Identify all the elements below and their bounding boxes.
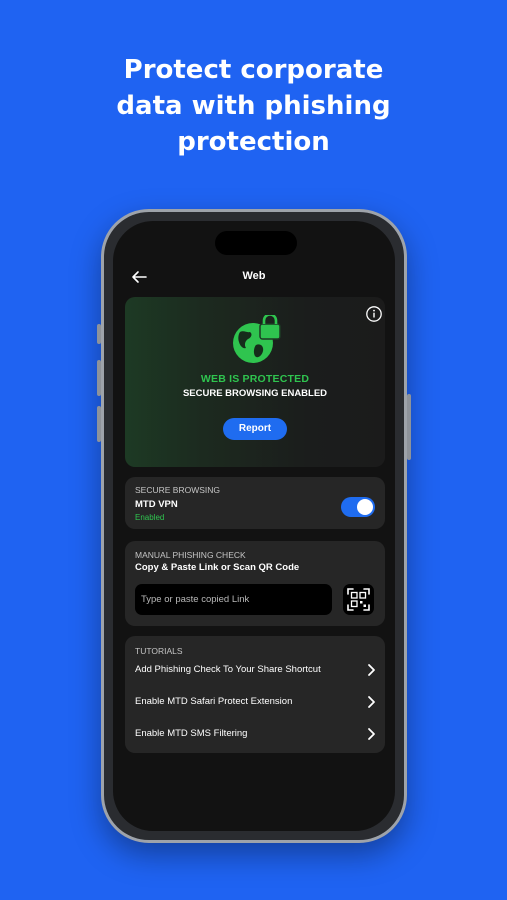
- phone-frame: Web WEB IS PROTECTED SECURE BROWSING ENA…: [97, 209, 411, 843]
- protection-subtitle: SECURE BROWSING ENABLED: [182, 388, 328, 399]
- promo-headline: Protect corporate data with phishing pro…: [0, 52, 507, 160]
- phishing-check-card: MANUAL PHISHING CHECK Copy & Paste Link …: [125, 541, 385, 626]
- tutorial-item-label: Enable MTD SMS Filtering: [135, 728, 248, 739]
- report-button[interactable]: Report: [223, 418, 287, 440]
- promo-line-2: data with phishing: [116, 91, 391, 121]
- mute-switch: [97, 324, 101, 344]
- tutorial-item-sms-filtering[interactable]: Enable MTD SMS Filtering: [125, 720, 385, 748]
- globe-lock-icon: [233, 315, 281, 363]
- promo-line-1: Protect corporate: [123, 55, 384, 85]
- vpn-title: MTD VPN: [135, 499, 178, 510]
- volume-up-button: [97, 360, 101, 396]
- chevron-right-icon: [368, 696, 375, 708]
- vpn-toggle[interactable]: [341, 497, 375, 517]
- dynamic-island: [215, 231, 297, 255]
- page-title: Web: [242, 270, 266, 282]
- tutorial-item-label: Enable MTD Safari Protect Extension: [135, 696, 293, 707]
- chevron-right-icon: [368, 664, 375, 676]
- power-button: [407, 394, 411, 460]
- nav-bar: Web: [113, 265, 395, 289]
- app-screen: Web WEB IS PROTECTED SECURE BROWSING ENA…: [113, 221, 395, 831]
- phishing-check-title: Copy & Paste Link or Scan QR Code: [135, 562, 300, 573]
- tutorial-item-safari-extension[interactable]: Enable MTD Safari Protect Extension: [125, 688, 385, 716]
- volume-down-button: [97, 406, 101, 442]
- protection-status-card: WEB IS PROTECTED SECURE BROWSING ENABLED…: [125, 297, 385, 467]
- toggle-knob: [357, 499, 373, 515]
- promo-line-3: protection: [177, 127, 330, 157]
- tutorial-item-label: Add Phishing Check To Your Share Shortcu…: [135, 664, 321, 675]
- tutorials-card: TUTORIALS Add Phishing Check To Your Sha…: [125, 636, 385, 753]
- tutorials-label: TUTORIALS: [135, 646, 183, 656]
- phishing-check-label: MANUAL PHISHING CHECK: [135, 550, 246, 560]
- chevron-right-icon: [368, 728, 375, 740]
- qr-scan-icon[interactable]: [343, 584, 374, 615]
- secure-browsing-label: SECURE BROWSING: [135, 485, 221, 495]
- tutorial-item-share-shortcut[interactable]: Add Phishing Check To Your Share Shortcu…: [125, 656, 385, 684]
- info-icon[interactable]: [365, 305, 383, 323]
- secure-browsing-card: SECURE BROWSING MTD VPN Enabled: [125, 477, 385, 529]
- link-input[interactable]: [135, 584, 332, 615]
- vpn-status: Enabled: [135, 513, 165, 522]
- protection-status: WEB IS PROTECTED: [200, 373, 310, 385]
